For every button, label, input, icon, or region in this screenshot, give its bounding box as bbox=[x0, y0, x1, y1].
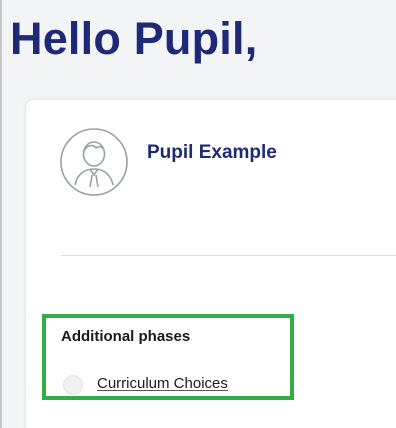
user-avatar-icon bbox=[60, 128, 128, 196]
page: Hello Pupil, Pupil Example Additional ph… bbox=[0, 0, 396, 428]
page-title: Hello Pupil, bbox=[10, 13, 258, 64]
profile-card: Pupil Example Additional phases Curricul… bbox=[26, 100, 396, 428]
user-name: Pupil Example bbox=[147, 142, 277, 163]
phase-radio-button[interactable] bbox=[63, 375, 83, 395]
additional-phases-heading: Additional phases bbox=[61, 328, 191, 345]
curriculum-choices-link[interactable]: Curriculum Choices bbox=[97, 375, 228, 392]
divider bbox=[61, 255, 396, 256]
left-border bbox=[0, 0, 2, 428]
